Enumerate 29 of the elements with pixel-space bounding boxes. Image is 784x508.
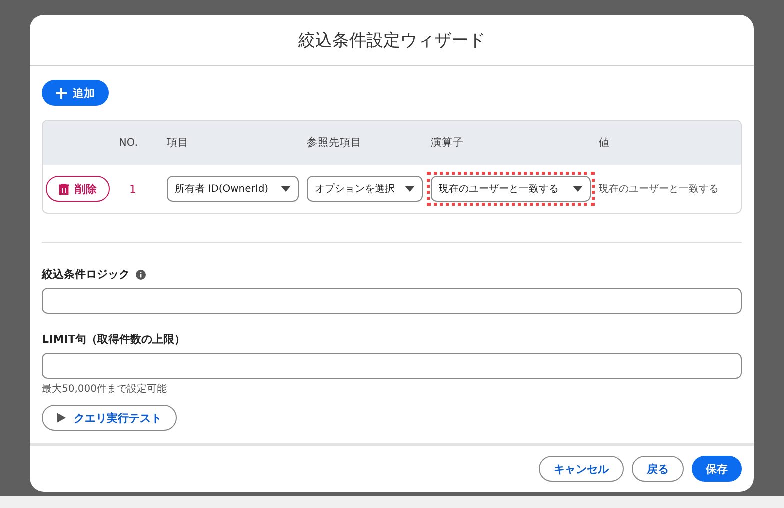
info-icon[interactable] [136,270,146,280]
column-header: 参照先項目 [306,136,363,150]
trash-icon [59,184,69,194]
plus-icon [56,88,67,98]
query-test-button[interactable]: クエリ実行テスト [42,405,177,431]
column-header: 値 [598,136,611,150]
column-header: 項目 [166,136,190,150]
play-icon [57,413,66,423]
operator-select[interactable]: 現在のユーザーと一致する [431,176,591,202]
delete-button[interactable]: 削除 [46,176,110,202]
dialog-title: 絞込条件設定ウィザード [298,30,486,52]
column-header: NO. [118,137,140,149]
footer-button[interactable]: 戻る [632,456,684,482]
caret-icon [573,186,583,192]
reference-select[interactable]: オプションを選択 [307,176,423,202]
value-text: 現在のユーザーと一致する [598,183,720,196]
caret-icon [405,186,415,192]
limit-input[interactable] [42,353,742,379]
column-header: 演算子 [430,136,465,150]
limit-label: LIMIT句（取得件数の上限） [42,332,186,347]
add-button[interactable]: 追加 [42,80,109,106]
footer-button[interactable]: キャンセル [539,456,624,482]
caret-icon [281,186,291,192]
footer-button[interactable]: 保存 [692,456,742,482]
limit-help-text: 最大50,000件まで設定可能 [42,382,168,396]
row-number: 1 [128,182,138,196]
logic-label: 絞込条件ロジック [42,267,130,282]
logic-input[interactable] [42,288,742,314]
field-select[interactable]: 所有者 ID(OwnerId) [167,176,299,202]
